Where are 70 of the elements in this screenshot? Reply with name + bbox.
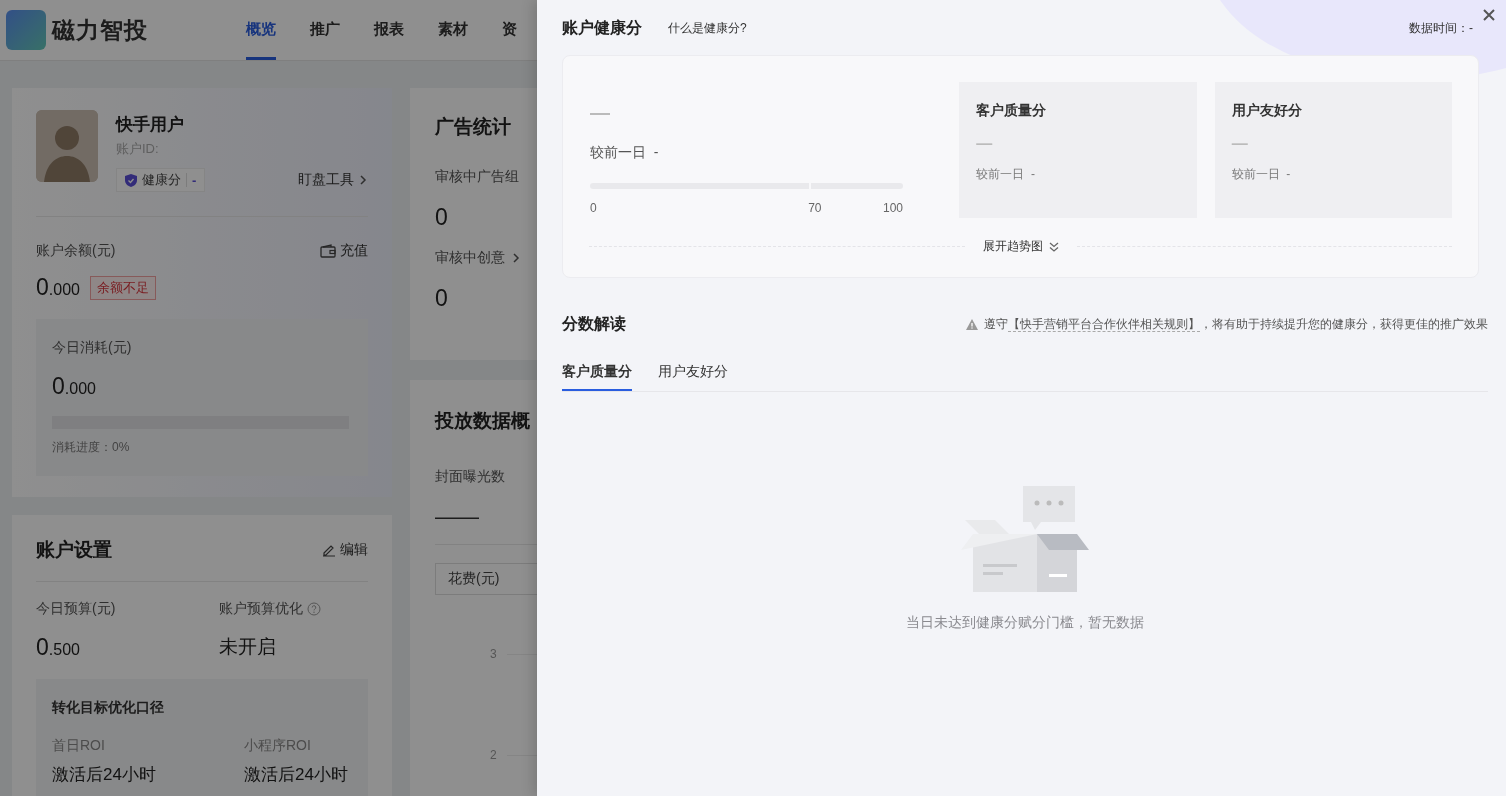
- double-chevron-icon: [1048, 241, 1059, 252]
- data-time: 数据时间：-: [1409, 20, 1473, 37]
- stat-label: 审核中广告组: [435, 168, 519, 186]
- avatar-icon: [36, 110, 98, 182]
- section-title: 账户设置: [36, 538, 112, 562]
- scale-label: 100: [882, 201, 903, 215]
- app-logo-text: 磁力智投: [52, 15, 148, 45]
- metric-label: 封面曝光数: [435, 468, 506, 486]
- close-icon[interactable]: [1482, 8, 1496, 22]
- axis-label: 2: [490, 748, 497, 762]
- shield-icon: [125, 173, 137, 187]
- expand-button[interactable]: 展开趋势图: [974, 238, 1067, 255]
- score-tab[interactable]: 用户友好分: [658, 359, 728, 391]
- help-label[interactable]: 账户预算优化: [219, 600, 321, 618]
- cost-label: 今日消耗(元): [52, 339, 133, 357]
- nav-tab[interactable]: 概览: [246, 0, 276, 60]
- cost-value: 0.000: [52, 373, 97, 400]
- drawer-title: 账户健康分: [562, 18, 642, 38]
- progress-text: 消耗进度：0%: [52, 439, 131, 456]
- sub-score-value: —: [976, 136, 994, 152]
- panel-title: 转化目标优化口径: [52, 699, 165, 717]
- field-label: 今日预算(元): [36, 600, 116, 618]
- sub-score-title: 用户友好分: [1231, 102, 1303, 120]
- nav-tab[interactable]: 素材: [438, 0, 468, 60]
- nav-tab[interactable]: 推广: [310, 0, 340, 60]
- score-value: —: [590, 102, 611, 122]
- rules-link[interactable]: 【快手营销平台合作伙伴相关规则】: [1008, 317, 1200, 332]
- pencil-icon: [322, 543, 336, 557]
- logo-icon: [6, 10, 46, 50]
- field-label: 首日ROI: [52, 737, 106, 755]
- sub-score-value: —: [1231, 136, 1249, 152]
- help-icon: [307, 602, 321, 616]
- section-title: 广告统计: [435, 115, 512, 139]
- field-value: 0.500: [36, 634, 81, 661]
- field-label: 小程序ROI: [244, 737, 312, 755]
- field-value: 激活后24小时: [244, 764, 349, 786]
- axis-label: 3: [490, 647, 497, 661]
- score-tab[interactable]: 客户质量分: [562, 359, 632, 391]
- scale-label: 70: [808, 201, 822, 215]
- health-label: 健康分: [142, 171, 181, 189]
- user-name: 快手用户: [116, 114, 185, 136]
- compare-text: 较前一日 -: [590, 144, 660, 162]
- stat-link[interactable]: 审核中创意: [435, 249, 521, 267]
- recharge-button[interactable]: 充值: [320, 242, 368, 260]
- tool-link[interactable]: 盯盘工具: [298, 171, 368, 189]
- balance-value: 0.000: [36, 274, 80, 301]
- scale-label: 0: [590, 201, 597, 215]
- warning-tag: 余额不足: [89, 275, 156, 300]
- chevron-right-icon: [511, 252, 521, 264]
- wallet-icon: [320, 244, 336, 258]
- warning-icon: [966, 319, 978, 330]
- edit-button[interactable]: 编辑: [322, 541, 368, 559]
- section-title: 投放数据概: [435, 409, 531, 433]
- compare-text: 较前一日 -: [1231, 166, 1292, 183]
- help-link[interactable]: 什么是健康分?: [668, 20, 747, 37]
- field-value: 激活后24小时: [52, 764, 157, 786]
- empty-message: 当日未达到健康分赋分门槛，暂无数据: [906, 614, 1144, 632]
- stat-value: 0: [435, 204, 449, 231]
- nav-tab[interactable]: 报表: [374, 0, 404, 60]
- chevron-right-icon: [358, 174, 368, 186]
- empty-box-icon: [961, 486, 1089, 594]
- field-value: 未开启: [219, 635, 277, 659]
- nav-tab[interactable]: 资: [502, 0, 517, 60]
- compare-text: 较前一日 -: [976, 166, 1036, 183]
- stat-value: 0: [435, 285, 449, 312]
- sub-score-title: 客户质量分: [976, 102, 1048, 120]
- balance-label: 账户余额(元): [36, 242, 116, 260]
- section-title: 分数解读: [562, 314, 626, 334]
- health-value: -: [192, 172, 197, 188]
- notice-text: 遵守【快手营销平台合作伙伴相关规则】，将有助于持续提升您的健康分，获得更佳的推广效果: [984, 316, 1488, 333]
